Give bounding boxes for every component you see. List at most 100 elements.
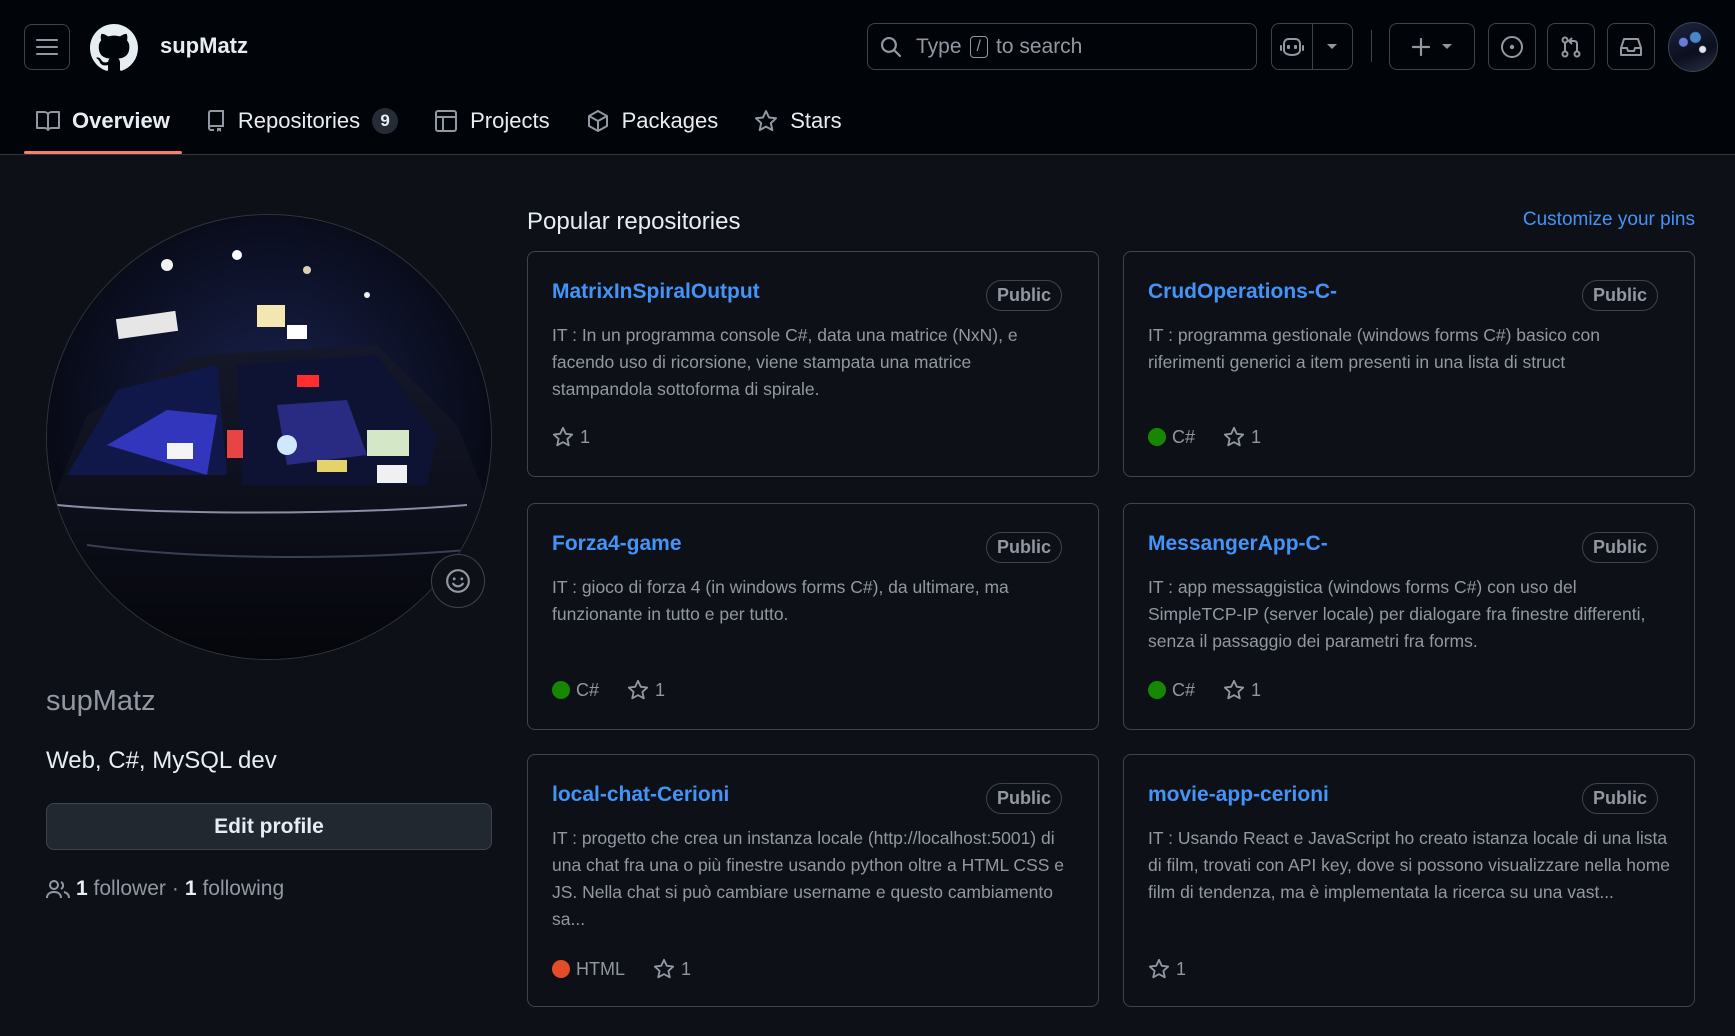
- table-icon: [435, 110, 458, 132]
- language-color-dot: [1148, 681, 1166, 699]
- divider: [1371, 30, 1372, 62]
- stars-count: 1: [681, 958, 692, 979]
- repo-meta: 1: [1148, 958, 1186, 980]
- repo-icon: [207, 110, 224, 132]
- pinned-repo-card: Forza4-game Public IT : gioco di forza 4…: [527, 503, 1099, 730]
- search-icon: [880, 36, 902, 57]
- customize-pins-link[interactable]: Customize your pins: [1523, 209, 1695, 231]
- followers-count: 1: [76, 877, 88, 900]
- following-link[interactable]: 1 following: [185, 877, 284, 901]
- pinned-repo-card: local-chat-Cerioni Public IT : progetto …: [527, 754, 1099, 1007]
- pinned-repo-card: movie-app-cerioni Public IT : Usando Rea…: [1123, 754, 1695, 1007]
- plus-icon: [1411, 37, 1431, 56]
- star-icon: [653, 958, 675, 979]
- tab-label: Overview: [72, 108, 170, 133]
- pull-requests-button[interactable]: [1547, 23, 1595, 70]
- follow-stats: 1 follower · 1 following: [46, 877, 284, 901]
- repo-description: IT : In un programma console C#, data un…: [552, 325, 1018, 399]
- stars-link[interactable]: 1: [1148, 958, 1186, 980]
- inbox-button[interactable]: [1607, 23, 1655, 70]
- issues-button[interactable]: [1488, 23, 1536, 70]
- user-avatar-menu[interactable]: [1668, 22, 1718, 72]
- tab-overview[interactable]: Overview: [24, 100, 182, 154]
- hamburger-icon: [36, 39, 58, 55]
- repo-name-link[interactable]: movie-app-cerioni: [1148, 783, 1329, 807]
- stars-count: 1: [1251, 679, 1262, 700]
- repo-meta: C# 1: [1148, 679, 1261, 701]
- menu-button[interactable]: [24, 24, 70, 70]
- edit-profile-button[interactable]: Edit profile: [46, 803, 492, 850]
- following-label: following: [202, 877, 285, 900]
- visibility-badge: Public: [985, 532, 1062, 563]
- star-icon: [552, 426, 574, 447]
- stars-link[interactable]: 1: [1223, 426, 1261, 448]
- tab-label: Packages: [621, 108, 719, 133]
- repo-name-link[interactable]: local-chat-Cerioni: [552, 783, 729, 807]
- visibility-badge: Public: [985, 783, 1062, 814]
- issue-opened-icon: [1501, 35, 1523, 58]
- set-status-button[interactable]: [431, 554, 485, 608]
- followers-link[interactable]: 1 follower: [76, 877, 166, 901]
- search-shortcut-key: /: [969, 35, 988, 58]
- repo-name-link[interactable]: MessangerApp-C-: [1148, 532, 1328, 556]
- copilot-dropdown-button[interactable]: [1312, 24, 1352, 69]
- header-username[interactable]: supMatz: [160, 33, 248, 59]
- language-name: C#: [1172, 426, 1196, 447]
- star-icon: [1223, 679, 1245, 700]
- package-icon: [587, 110, 608, 132]
- profile-login: supMatz: [46, 685, 156, 717]
- smiley-icon: [446, 569, 470, 593]
- tab-packages[interactable]: Packages: [574, 100, 731, 142]
- stars-count: 1: [1251, 426, 1262, 447]
- create-new-button[interactable]: [1389, 23, 1475, 70]
- stars-count: 1: [580, 426, 591, 447]
- visibility-badge: Public: [1581, 783, 1658, 814]
- repo-meta: C# 1: [552, 679, 665, 701]
- tab-stars[interactable]: Stars: [742, 100, 853, 142]
- people-icon: [46, 880, 70, 899]
- inbox-icon: [1620, 37, 1642, 56]
- caret-down-icon: [1327, 43, 1338, 49]
- book-icon: [36, 111, 60, 131]
- tab-projects[interactable]: Projects: [422, 100, 561, 142]
- following-count: 1: [184, 877, 197, 900]
- language-color-dot: [552, 681, 570, 699]
- tab-label: Stars: [790, 108, 842, 133]
- search-prefix: Type: [916, 34, 962, 58]
- repo-name-link[interactable]: MatrixInSpiralOutput: [552, 280, 760, 304]
- visibility-badge: Public: [985, 280, 1062, 311]
- repo-meta: C# 1: [1148, 426, 1261, 448]
- stars-link[interactable]: 1: [627, 679, 665, 701]
- tab-label: Projects: [470, 108, 550, 133]
- repo-language: C#: [1148, 680, 1195, 701]
- language-color-dot: [1148, 428, 1166, 446]
- repositories-count-badge: 9: [372, 108, 399, 134]
- copilot-icon: [1279, 37, 1304, 56]
- repo-description: IT : Usando React e JavaScript ho creato…: [1148, 828, 1671, 902]
- pinned-repo-card: MatrixInSpiralOutput Public IT : In un p…: [527, 251, 1099, 477]
- copilot-button[interactable]: [1272, 24, 1312, 69]
- caret-down-icon: [1442, 43, 1452, 49]
- repo-description: IT : app messaggistica (windows forms C#…: [1148, 577, 1646, 651]
- profile-tabs: Overview Repositories 9 Projects Package…: [24, 100, 866, 155]
- visibility-badge: Public: [1581, 280, 1658, 311]
- stars-link[interactable]: 1: [1223, 679, 1261, 701]
- language-name: C#: [1172, 679, 1196, 700]
- github-logo-icon[interactable]: [90, 24, 138, 72]
- profile-avatar[interactable]: [46, 214, 492, 660]
- pinned-repo-card: CrudOperations-C- Public IT : programma …: [1123, 251, 1695, 477]
- repo-language: C#: [1148, 427, 1195, 448]
- copilot-button-group: [1271, 23, 1353, 70]
- global-header: supMatz Type / to search Overview Reposi…: [0, 0, 1735, 155]
- search-input[interactable]: Type / to search: [867, 23, 1257, 70]
- repo-name-link[interactable]: Forza4-game: [552, 532, 682, 556]
- star-icon: [627, 679, 649, 700]
- repo-description: IT : programma gestionale (windows forms…: [1148, 325, 1600, 372]
- stars-link[interactable]: 1: [552, 426, 590, 448]
- language-name: C#: [576, 679, 600, 700]
- repo-name-link[interactable]: CrudOperations-C-: [1148, 280, 1337, 304]
- repo-language: C#: [552, 680, 599, 701]
- tab-repositories[interactable]: Repositories 9: [194, 100, 410, 142]
- repo-meta: 1: [552, 426, 590, 448]
- stars-link[interactable]: 1: [653, 958, 691, 980]
